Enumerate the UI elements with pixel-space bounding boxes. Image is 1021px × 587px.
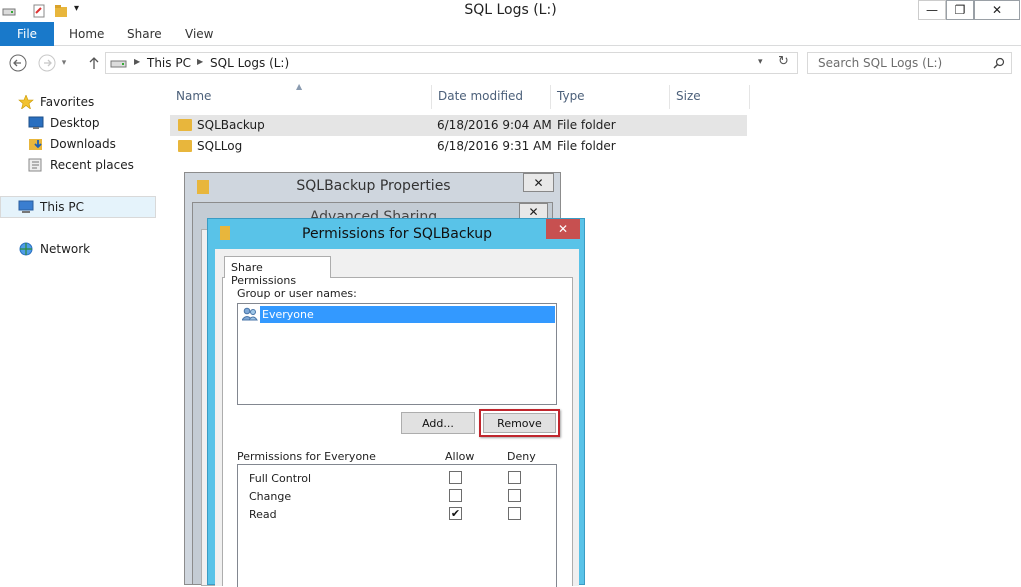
downloads-icon [29,139,42,150]
column-header-name[interactable]: Name [170,85,432,109]
read-allow-checkbox[interactable]: ✔ [449,507,462,520]
change-deny-checkbox[interactable] [508,489,521,502]
star-icon [18,95,34,109]
table-row[interactable]: SQLLog 6/18/2016 9:31 AM File folder [170,136,747,157]
breadcrumb-this-pc[interactable]: This PC [147,56,191,70]
network-icon [19,242,33,256]
list-item[interactable]: Everyone [260,306,555,323]
ribbon: File Home Share View [0,22,1021,46]
add-button[interactable]: Add... [401,412,475,434]
breadcrumb-separator-icon: ▶ [134,57,141,66]
permissions-for-label: Permissions for Everyone [237,450,376,463]
close-window-button[interactable]: ✕ [974,0,1020,20]
column-date-label: Date modified [438,89,524,103]
tab-home[interactable]: Home [69,27,104,41]
remove-button-label: Remove [497,416,542,430]
properties-close-button[interactable]: ✕ [523,173,554,192]
group-list[interactable]: Everyone [237,303,557,405]
column-header-date[interactable]: Date modified [432,85,551,109]
recent-places-icon [28,158,42,172]
nav-desktop[interactable]: Desktop [28,113,100,133]
file-name: SQLBackup [197,118,265,132]
tab-share-permissions-label: Share Permissions [231,261,297,287]
column-size-label: Size [676,89,701,103]
tab-view[interactable]: View [185,27,213,41]
file-type: File folder [557,139,616,153]
up-button[interactable] [84,53,104,73]
nav-network-label: Network [40,242,91,256]
permissions-list: Full Control Change Read ✔ [237,464,557,587]
nav-favorites-label: Favorites [40,95,95,109]
column-header-type[interactable]: Type [551,85,670,109]
permissions-dialog-title: Permissions for SQLBackup [302,226,492,242]
search-input[interactable]: Search SQL Logs (L:) [807,52,1012,74]
recent-locations-icon[interactable]: ▾ [58,53,70,73]
nav-downloads-label: Downloads [50,137,116,151]
folder-icon [178,140,192,152]
search-icon[interactable] [992,57,1006,71]
back-button[interactable] [8,53,28,73]
permissions-client-area: Share Permissions Group or user names: E… [215,249,579,587]
file-date: 6/18/2016 9:31 AM [437,139,552,153]
user-everyone-label: Everyone [262,308,314,321]
allow-column-label: Allow [445,450,475,463]
change-allow-checkbox[interactable] [449,489,462,502]
nav-recent-label: Recent places [50,158,134,172]
search-placeholder: Search SQL Logs (L:) [818,56,943,70]
title-bar: ▾ SQL Logs (L:) — ❐ ✕ [0,0,1021,22]
properties-dialog-title: SQLBackup Properties [296,178,451,194]
remove-button[interactable]: Remove [483,413,556,433]
add-button-label: Add... [422,416,454,430]
nav-recent-places[interactable]: Recent places [28,155,134,175]
nav-favorites[interactable]: Favorites [18,92,94,112]
nav-desktop-label: Desktop [50,116,100,130]
permissions-dialog: Permissions for SQLBackup ✕ Share Permis… [207,218,585,587]
group-label: Group or user names: [237,287,357,300]
tab-share-permissions[interactable]: Share Permissions [224,256,331,287]
share-permissions-panel: Group or user names: Everyone Add... Rem… [222,277,573,587]
refresh-icon[interactable]: ↻ [778,54,789,69]
address-history-icon[interactable]: ▾ [758,57,763,67]
navigation-pane: Favorites Desktop Downloads Recent place… [0,82,160,585]
address-row: ▾ ▶ This PC ▶ SQL Logs (L:) ▾ ↻ Search S… [0,50,1021,78]
address-bar[interactable]: ▶ This PC ▶ SQL Logs (L:) ▾ ↻ [105,52,798,74]
deny-column-label: Deny [507,450,536,463]
window-title: SQL Logs (L:) [464,2,557,18]
nav-this-pc[interactable]: This PC [0,196,156,218]
restore-button[interactable]: ❐ [946,0,974,20]
column-name-label: Name [176,89,212,103]
permissions-close-button[interactable]: ✕ [546,219,580,239]
full-control-allow-checkbox[interactable] [449,471,462,484]
forward-button[interactable] [37,53,57,73]
breadcrumb-sql-logs[interactable]: SQL Logs (L:) [210,56,289,70]
permission-read: Read [249,508,277,521]
file-list: ▲ Name Date modified Type Size SQLBackup… [160,82,760,182]
drive-icon [110,60,127,68]
nav-this-pc-label: This PC [40,200,84,214]
file-date: 6/18/2016 9:04 AM [437,118,552,132]
full-control-deny-checkbox[interactable] [508,471,521,484]
minimize-button[interactable]: — [918,0,946,20]
permission-change: Change [249,490,292,503]
column-header-size[interactable]: Size [670,85,750,109]
file-type: File folder [557,118,616,132]
file-name: SQLLog [197,139,243,153]
permission-full-control: Full Control [249,472,312,485]
tab-share[interactable]: Share [127,27,162,41]
nav-network[interactable]: Network [18,239,90,259]
read-deny-checkbox[interactable] [508,507,521,520]
file-tab[interactable]: File [0,22,54,46]
column-type-label: Type [557,89,585,103]
users-icon [241,307,258,321]
desktop-icon [28,116,44,129]
nav-downloads[interactable]: Downloads [28,134,116,154]
folder-icon [178,119,192,131]
computer-icon [18,200,34,213]
breadcrumb-separator-icon: ▶ [197,57,204,66]
table-row[interactable]: SQLBackup 6/18/2016 9:04 AM File folder [170,115,747,136]
